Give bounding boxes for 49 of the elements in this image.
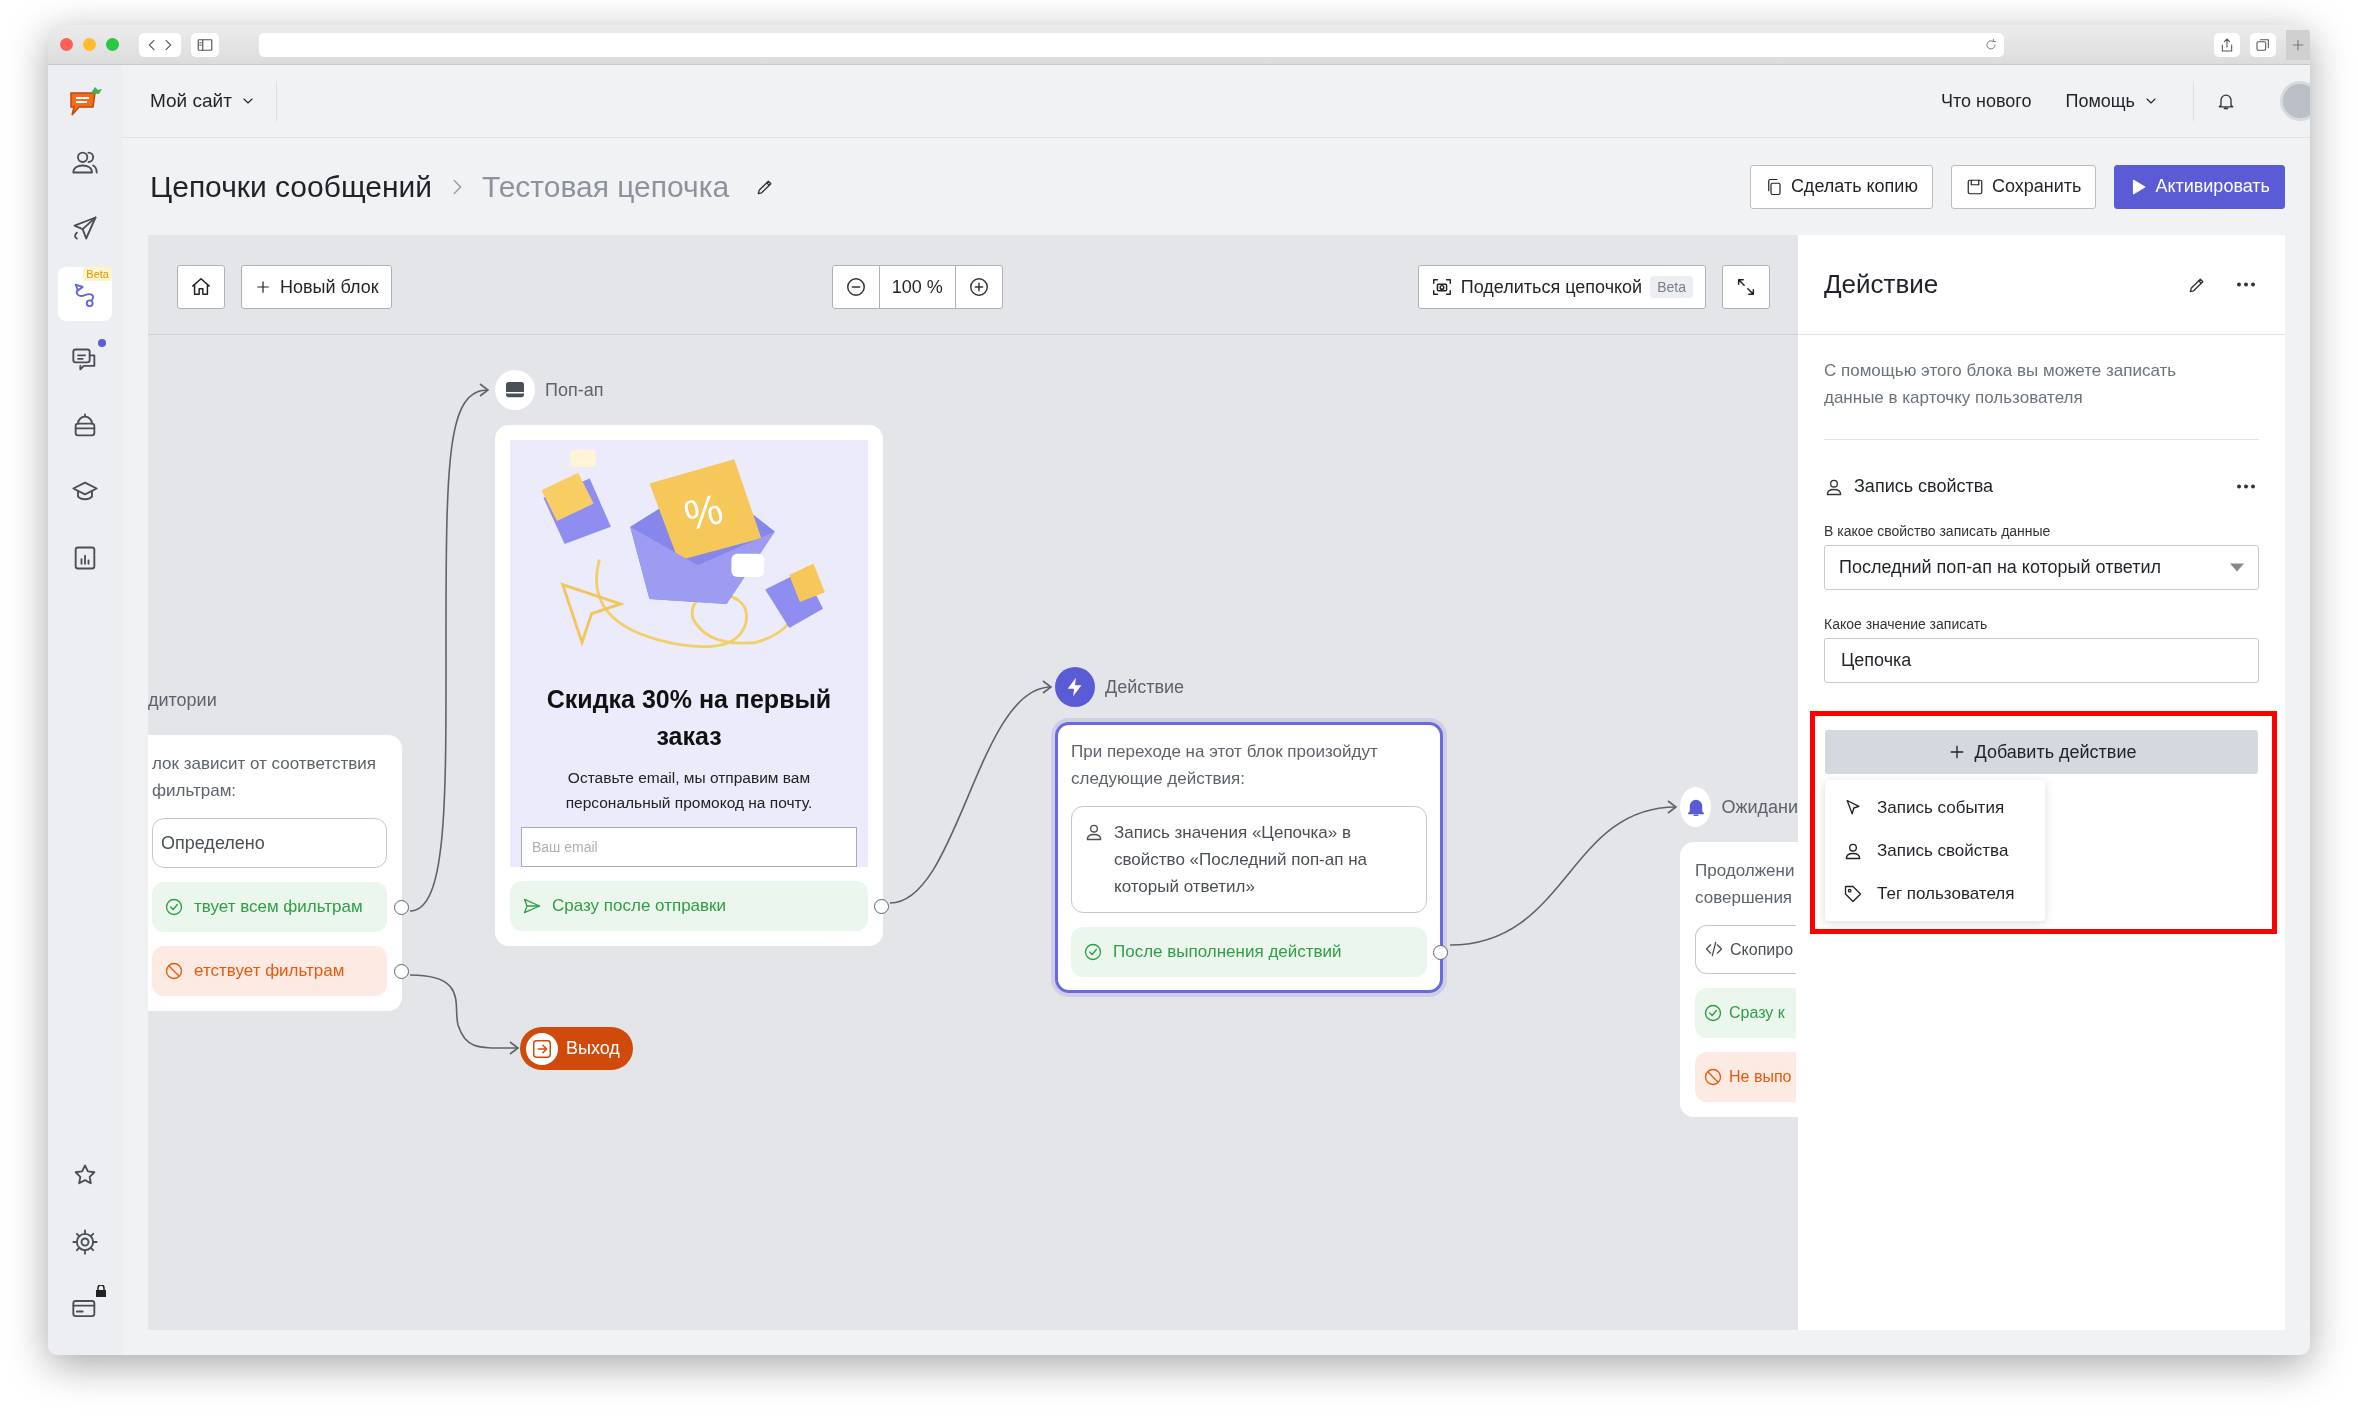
node-description: При переходе на этот блок произойдут следующие действия: (1071, 741, 1379, 790)
filter-field[interactable]: Определено (152, 818, 387, 868)
popup-text: Оставьте email, мы отправим вам персональный промокод на почту. (564, 768, 814, 813)
beta-badge: Beta (83, 267, 112, 281)
output-label: Сразу к (1729, 1004, 1785, 1022)
menu-item[interactable]: Запись свойства (1825, 829, 2045, 872)
field-label: В какое свойство записать данные (1824, 523, 2052, 539)
output-label: Сразу после отправки (552, 896, 727, 916)
site-selector[interactable]: Мой сайт (150, 81, 277, 121)
output-label: Не выпо (1729, 1068, 1792, 1086)
exit-node[interactable]: Выход (520, 1027, 633, 1070)
page-title[interactable]: Цепочки сообщений (150, 169, 432, 204)
node-title: Ожидани (1721, 796, 1798, 818)
percent-sign: % (679, 484, 728, 540)
help-menu[interactable]: Помощь (2065, 90, 2159, 112)
whats-new-link[interactable]: Что нового (1940, 90, 2032, 112)
copy-button[interactable]: Сделать копию (1749, 164, 1933, 209)
node-title: дитории (148, 689, 217, 711)
output-label: етствует фильтрам (194, 961, 345, 981)
node-title: Поп-ап (545, 379, 604, 401)
action-step[interactable]: Запись значения «Цепочка» в свойство «Последний поп-ап на который ответил» (1071, 806, 1427, 913)
node-card[interactable]: Продолжени совершения Скопиро Сразу к Не выпо (1680, 842, 1798, 1117)
node-title: Действие (1105, 676, 1185, 698)
beta-badge: Beta (1650, 276, 1693, 298)
add-action-button[interactable]: Добавить действие (1825, 730, 2258, 774)
menu-item[interactable]: Запись события (1825, 786, 2045, 829)
save-button[interactable]: Сохранить (1950, 164, 2097, 209)
menu-item[interactable]: Тег пользователя (1825, 872, 2045, 915)
chain-name: Тестовая цепочка (482, 169, 730, 204)
node-description: Продолжени совершения (1695, 860, 1796, 909)
output-label: твует всем фильтрам (194, 897, 363, 917)
popup-heading: Скидка 30% на первый заказ (545, 684, 833, 752)
panel-description: С помощью этого блока вы можете записать данные в карточку пользователя (1824, 357, 2259, 440)
zoom-level: 100 % (878, 266, 956, 308)
action-step[interactable]: Скопиро (1695, 925, 1796, 974)
node-description: лок зависит от соответствия фильтрам: (152, 753, 377, 802)
value-field[interactable]: Цепочка (1824, 638, 2259, 683)
share-chain-button[interactable]: Поделиться цепочкой Beta (1417, 265, 1706, 309)
node-title: Выход (566, 1038, 620, 1059)
section-title: Запись свойства (1854, 476, 1994, 497)
step-label: Запись значения «Цепочка» в свойство «Последний поп-ап на который ответил» (1114, 822, 1368, 898)
activate-button[interactable]: Активировать (2114, 164, 2285, 209)
new-block-button[interactable]: Новый блок (241, 265, 392, 309)
output-label: После выполнения действий (1113, 942, 1342, 962)
step-label: Скопиро (1730, 940, 1794, 960)
email-field[interactable]: Ваш email (521, 827, 857, 867)
panel-title: Действие (1824, 269, 1939, 300)
field-label: Какое значение записать (1824, 616, 1989, 632)
property-select[interactable]: Последний поп-ап на который ответил (1824, 545, 2259, 590)
